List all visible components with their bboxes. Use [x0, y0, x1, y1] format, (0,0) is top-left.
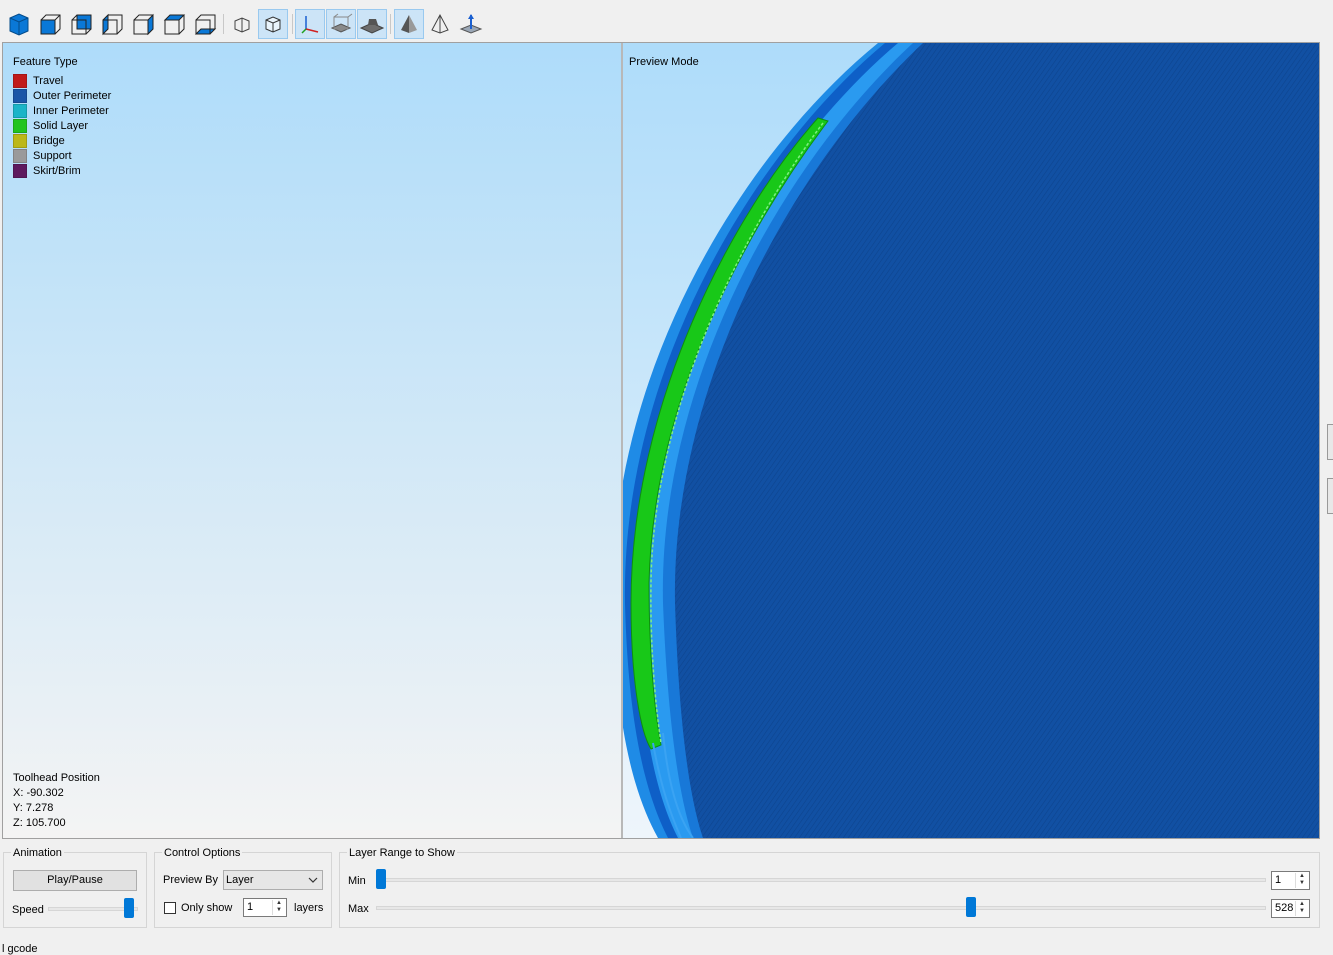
- legend-item: Inner Perimeter: [13, 103, 111, 118]
- bed-icon[interactable]: [357, 9, 387, 39]
- toolhead-title: Toolhead Position: [13, 772, 100, 784]
- min-layer-value: 1: [1275, 874, 1282, 886]
- only-show-checkbox[interactable]: [164, 902, 176, 914]
- legend-label: Solid Layer: [33, 119, 89, 132]
- animation-title: Animation: [11, 847, 64, 859]
- toolhead-y: Y: 7.278: [13, 802, 54, 814]
- preview-by-value: Layer: [226, 874, 254, 886]
- legend-label: Travel: [33, 74, 64, 87]
- legend-label: Bridge: [33, 134, 65, 147]
- layer-range-title: Layer Range to Show: [347, 847, 457, 859]
- min-slider-track[interactable]: [376, 878, 1266, 882]
- preview-mode-label: Preview Mode: [629, 56, 699, 68]
- toolhead-x: X: -90.302: [13, 787, 64, 799]
- speed-label: Speed: [12, 904, 44, 916]
- control-options-group: Control Options Preview By Layer Only sh…: [154, 847, 332, 928]
- max-slider-track[interactable]: [376, 906, 1266, 910]
- chevron-down-icon: [308, 871, 318, 895]
- spin-arrows-icon[interactable]: ▲ ▼: [1295, 873, 1308, 888]
- legend-label: Inner Perimeter: [33, 104, 109, 117]
- min-label: Min: [348, 875, 366, 887]
- legend-view[interactable]: Feature Type Travel Outer Perimeter Inner …: [3, 43, 621, 838]
- side-tab-lower[interactable]: [1327, 478, 1333, 514]
- min-layer-spinbox[interactable]: 1 ▲ ▼: [1271, 871, 1310, 890]
- legend-swatch: [13, 133, 27, 148]
- iso-view-icon[interactable]: [4, 9, 34, 39]
- legend-item: Outer Perimeter: [13, 88, 111, 103]
- legend-swatch: [13, 148, 27, 163]
- preview-by-select[interactable]: Layer: [223, 870, 323, 890]
- wireframe-shading-icon[interactable]: [425, 9, 455, 39]
- toolhead-position: Toolhead Position X: -90.302 Y: 7.278 Z:…: [13, 771, 100, 831]
- only-show-label: Only show: [181, 902, 233, 914]
- orthographic-icon[interactable]: [227, 9, 257, 39]
- legend-item: Travel: [13, 73, 111, 88]
- legend-swatch: [13, 118, 27, 133]
- legend-swatch: [13, 88, 27, 103]
- preview-by-label: Preview By: [163, 874, 219, 886]
- toolpath-render: [623, 43, 1319, 838]
- spin-arrows-icon[interactable]: ▲ ▼: [1295, 901, 1308, 916]
- view-back-icon[interactable]: [66, 9, 96, 39]
- view-bottom-icon[interactable]: [190, 9, 220, 39]
- legend-title: Feature Type: [13, 56, 78, 68]
- feature-type-legend: Travel Outer Perimeter Inner Perimeter Soli…: [13, 73, 111, 178]
- min-slider-handle[interactable]: [376, 869, 386, 889]
- layer-range-group: Layer Range to Show Min 1 ▲ ▼ Max 528 ▲ ▼: [339, 847, 1320, 928]
- view-top-icon[interactable]: [159, 9, 189, 39]
- axes-icon[interactable]: [295, 9, 325, 39]
- max-layer-value: 528: [1275, 902, 1294, 914]
- legend-label: Outer Perimeter: [33, 89, 112, 102]
- legend-swatch: [13, 103, 27, 118]
- side-tab-upper[interactable]: [1327, 424, 1333, 460]
- legend-item: Bridge: [13, 133, 111, 148]
- view-left-icon[interactable]: [97, 9, 127, 39]
- status-text: l gcode: [2, 943, 38, 955]
- perspective-icon[interactable]: [258, 9, 288, 39]
- preview-view[interactable]: Preview Mode: [623, 43, 1319, 838]
- solid-shading-icon[interactable]: [394, 9, 424, 39]
- layers-count-spinbox[interactable]: 1 ▲ ▼: [243, 898, 287, 917]
- legend-item: Solid Layer: [13, 118, 111, 133]
- toolbar: [0, 0, 1333, 42]
- build-volume-icon[interactable]: [326, 9, 356, 39]
- speed-slider-handle[interactable]: [124, 898, 134, 918]
- layers-count-value: 1: [247, 901, 254, 913]
- legend-item: Skirt/Brim: [13, 163, 111, 178]
- legend-label: Support: [33, 149, 72, 162]
- animation-group: Animation Play/Pause Speed: [3, 847, 147, 928]
- view-right-icon[interactable]: [128, 9, 158, 39]
- toolhead-z: Z: 105.700: [13, 817, 66, 829]
- gcode-viewport[interactable]: Feature Type Travel Outer Perimeter Inner …: [2, 42, 1320, 839]
- max-label: Max: [348, 903, 369, 915]
- spin-arrows-icon[interactable]: ▲ ▼: [272, 900, 285, 915]
- legend-swatch: [13, 73, 27, 88]
- cut-plane-icon[interactable]: [456, 9, 486, 39]
- layers-label: layers: [294, 902, 324, 914]
- legend-swatch: [13, 163, 27, 178]
- legend-label: Skirt/Brim: [33, 164, 81, 177]
- legend-item: Support: [13, 148, 111, 163]
- control-options-title: Control Options: [162, 847, 243, 859]
- max-layer-spinbox[interactable]: 528 ▲ ▼: [1271, 899, 1310, 918]
- view-front-icon[interactable]: [35, 9, 65, 39]
- play-pause-button[interactable]: Play/Pause: [13, 870, 137, 891]
- max-slider-handle[interactable]: [965, 897, 976, 917]
